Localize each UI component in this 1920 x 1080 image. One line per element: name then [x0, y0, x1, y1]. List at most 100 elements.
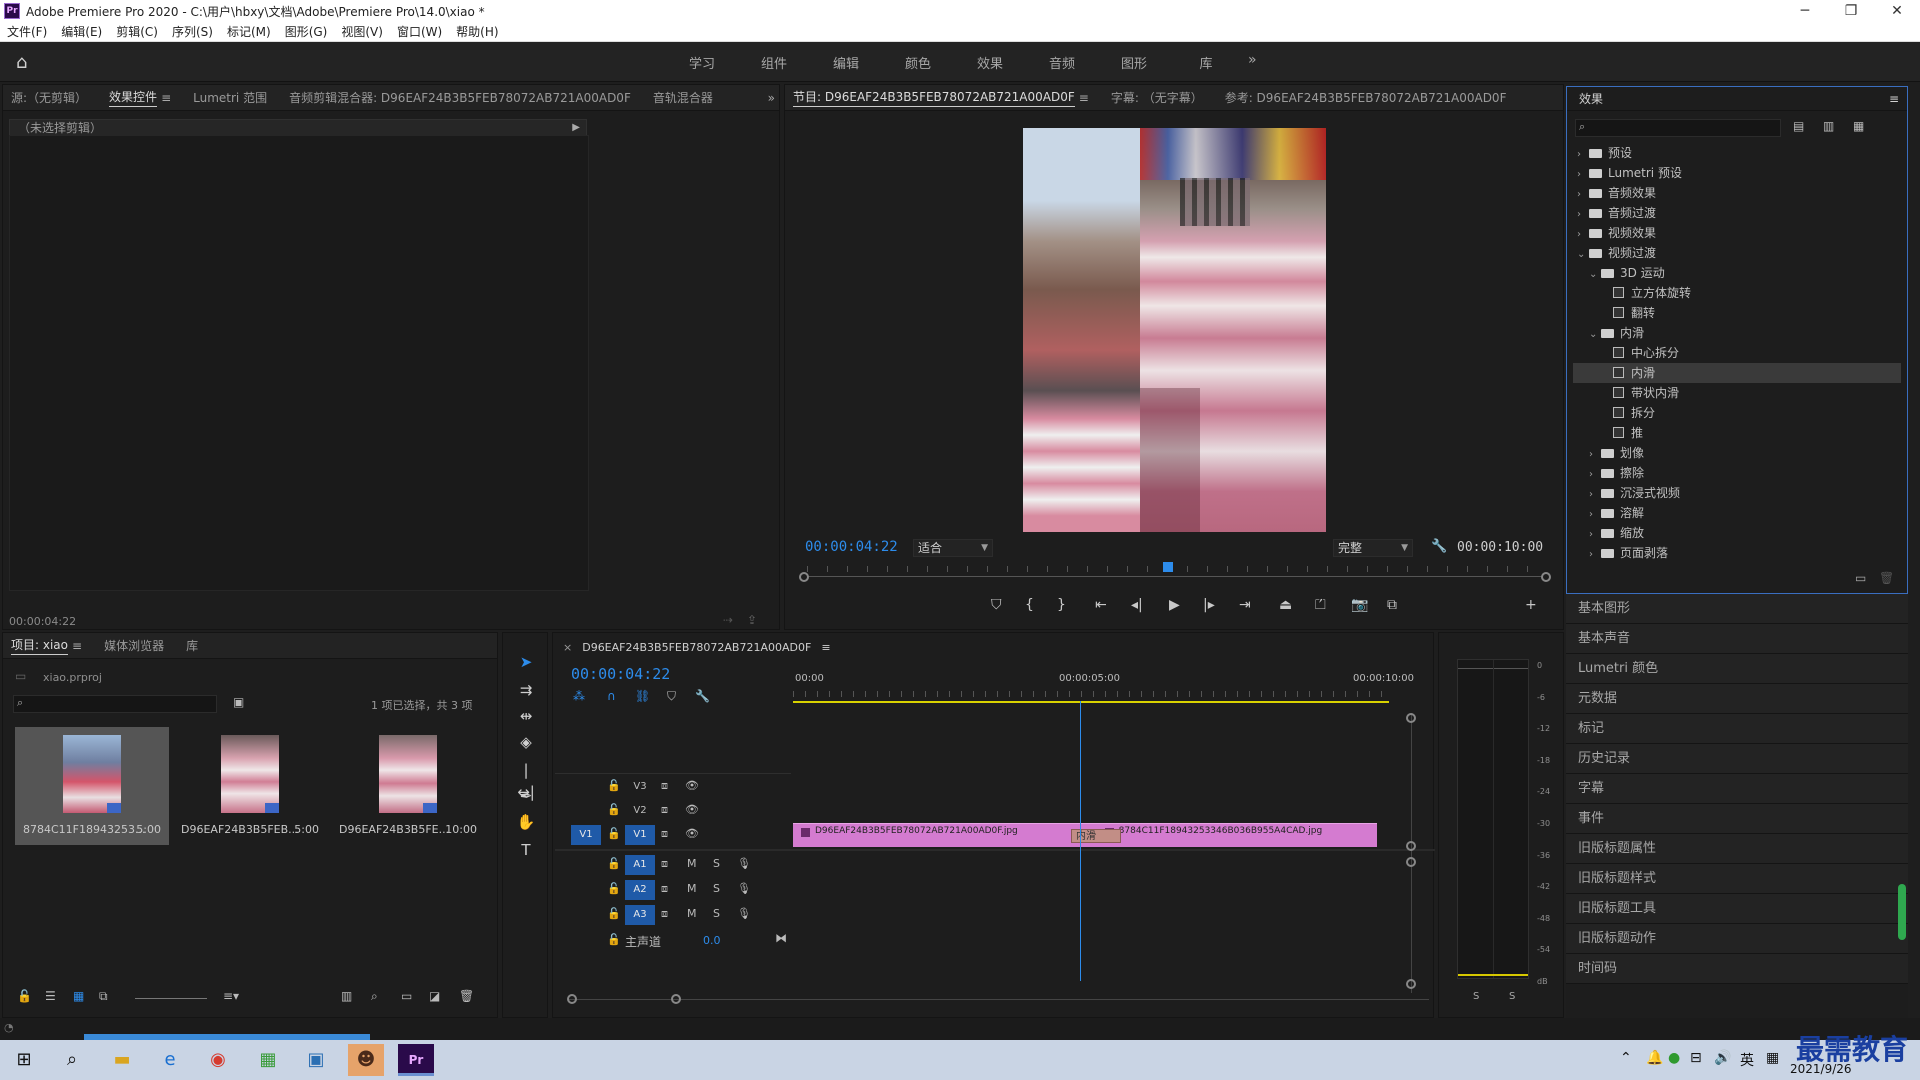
effects-menu-icon[interactable]: ≡	[1889, 87, 1899, 111]
chevron-right-icon[interactable]: ›	[1589, 545, 1601, 565]
slip-tool-icon[interactable]: |↔|	[515, 759, 537, 801]
timeline-menu-icon[interactable]: ≡	[821, 641, 830, 654]
chevron-right-icon[interactable]: ›	[1589, 445, 1601, 465]
export-icon[interactable]: ⇪	[747, 613, 757, 627]
snap-icon[interactable]: ∩	[607, 689, 616, 703]
track-label-v2[interactable]: V2	[625, 801, 655, 821]
scrub-end-handle[interactable]	[1541, 572, 1551, 582]
chevron-right-icon[interactable]: ›	[1589, 485, 1601, 505]
workspace-more-icon[interactable]: »	[1248, 52, 1257, 68]
effects-tree-item[interactable]: 推	[1573, 423, 1901, 443]
effects-tree-item[interactable]: › 缩放	[1573, 523, 1901, 543]
effects-tree-item[interactable]: › 音频过渡	[1573, 203, 1901, 223]
panel-essential-sound[interactable]: 基本声音	[1566, 624, 1908, 654]
timeline-ruler[interactable]: 00:00 00:00:05:00 00:00:10:00	[793, 673, 1414, 703]
razor-tool-icon[interactable]: ◈	[515, 731, 537, 753]
mark-out-icon[interactable]: }	[1057, 597, 1066, 613]
panel-essential-graphics[interactable]: 基本图形	[1566, 594, 1908, 624]
tray-grid-icon[interactable]: ▦	[1766, 1050, 1779, 1066]
workspace-learn[interactable]: 学习	[666, 53, 738, 72]
tray-volume-icon[interactable]: 🔊	[1714, 1050, 1731, 1066]
chevron-down-icon[interactable]: ⌄	[1589, 325, 1601, 345]
chevron-right-icon[interactable]: ›	[1577, 225, 1589, 245]
chevron-right-icon[interactable]: ›	[1577, 205, 1589, 225]
compare-view-icon[interactable]: ⧉	[1387, 597, 1397, 613]
wrench-icon[interactable]: 🔧	[1431, 539, 1447, 554]
tab-project[interactable]: 项目: xiao	[11, 636, 68, 655]
find-icon[interactable]: ⌕	[371, 989, 378, 1004]
effects-tree-item[interactable]: › Lumetri 预设	[1573, 163, 1901, 183]
hand-tool-icon[interactable]: ✋	[515, 811, 537, 833]
tab-audio-track-mixer[interactable]: 音轨混合器	[653, 89, 713, 106]
zoom-handle-left[interactable]	[567, 994, 577, 1004]
master-volume-value[interactable]: 0.0	[703, 934, 721, 947]
pen-tool-icon[interactable]: ✒	[515, 785, 537, 807]
tab-media-browser[interactable]: 媒体浏览器	[104, 637, 164, 654]
menu-file[interactable]: 文件(F)	[0, 23, 54, 40]
extract-icon[interactable]: ⏍	[1315, 597, 1326, 613]
scroll-handle-mid[interactable]	[1406, 841, 1416, 851]
program-menu-icon[interactable]: ≡	[1079, 91, 1089, 105]
fit-dropdown[interactable]: 适合 ▼	[913, 539, 993, 557]
timeline-sequence-tab[interactable]: D96EAF24B3B5FEB78072AB721A00AD0F	[582, 641, 811, 654]
menu-edit[interactable]: 编辑(E)	[54, 23, 109, 40]
project-menu-icon[interactable]: ≡	[72, 639, 82, 653]
app-icon-avatar[interactable]: ☻	[348, 1044, 384, 1076]
timeline-clip[interactable]: 8784C11F18943253346B036B955A4CAD.jpg	[1096, 823, 1377, 847]
go-to-out-icon[interactable]: ⇥	[1239, 597, 1251, 613]
lock-icon[interactable]: 🔓	[607, 803, 621, 816]
tray-network-icon[interactable]: ⊟	[1690, 1050, 1702, 1066]
selection-tool-icon[interactable]: ➤	[515, 651, 537, 673]
tab-reference[interactable]: 参考: D96EAF24B3B5FEB78072AB721A00AD0F	[1225, 89, 1507, 106]
tab-program[interactable]: 节目: D96EAF24B3B5FEB78072AB721A00AD0F	[793, 88, 1075, 107]
linked-selection-icon[interactable]: ⛓	[635, 689, 650, 703]
lock-icon[interactable]: 🔓	[17, 989, 32, 1003]
effects-tree-item[interactable]: ⌄ 内滑	[1573, 323, 1901, 343]
type-tool-icon[interactable]: T	[515, 839, 537, 861]
quality-dropdown[interactable]: 完整 ▼	[1333, 539, 1413, 557]
effects-tree-item[interactable]: › 沉浸式视频	[1573, 483, 1901, 503]
program-playhead[interactable]	[1162, 562, 1173, 572]
effects-tree-item[interactable]: ⌄ 视频过渡	[1573, 243, 1901, 263]
panel-legacy-title-tools[interactable]: 旧版标题工具	[1566, 894, 1908, 924]
effects-tree-item[interactable]: › 溶解	[1573, 503, 1901, 523]
program-scrubber[interactable]	[799, 562, 1551, 584]
step-forward-icon[interactable]: |▸	[1203, 597, 1215, 613]
tray-security-icon[interactable]: ●	[1668, 1050, 1680, 1066]
tray-up-icon[interactable]: ⌃	[1620, 1050, 1632, 1066]
panel-overflow-icon[interactable]: »	[768, 91, 775, 105]
tray-bell-icon[interactable]: 🔔	[1646, 1050, 1663, 1066]
tab-effect-controls[interactable]: 效果控件	[109, 88, 158, 107]
effects-tree-item[interactable]: › 页面剥落	[1573, 543, 1901, 563]
mute-icon[interactable]: M	[687, 882, 697, 895]
transition-inner-slide[interactable]: 内滑	[1070, 829, 1122, 843]
project-search-input[interactable]: ⌕	[13, 695, 217, 713]
chevron-down-icon[interactable]: ⌄	[1589, 265, 1601, 285]
panel-captions[interactable]: 字幕	[1566, 774, 1908, 804]
new-item-icon[interactable]: ◪	[429, 989, 440, 1003]
go-to-in-icon[interactable]: ⇤	[1095, 597, 1107, 613]
add-marker-icon[interactable]: ⛉	[667, 689, 676, 704]
premiere-taskbar-icon[interactable]: Pr	[398, 1044, 434, 1076]
project-item-thumbnail[interactable]: D96EAF24B3B5FEB... 5:00	[173, 727, 327, 845]
effects-tree-item[interactable]: 中心拆分	[1573, 343, 1901, 363]
new-bin-icon[interactable]: ▭	[1855, 571, 1866, 585]
sync-lock-icon[interactable]: ⧈	[661, 907, 668, 921]
sort-icon[interactable]: ≡▾	[223, 989, 239, 1003]
panel-lumetri-color[interactable]: Lumetri 颜色	[1566, 654, 1908, 684]
menu-view[interactable]: 视图(V)	[334, 23, 390, 40]
eye-icon[interactable]: 👁	[685, 827, 699, 840]
effects-tree-item[interactable]: 拆分	[1573, 403, 1901, 423]
solo-left-button[interactable]: S	[1473, 991, 1479, 1002]
ime-indicator[interactable]: 英	[1740, 1050, 1754, 1070]
close-button[interactable]: ✕	[1874, 0, 1920, 22]
chevron-right-icon[interactable]: ›	[1589, 505, 1601, 525]
eye-icon[interactable]: 👁	[685, 803, 699, 816]
panel-legacy-title-styles[interactable]: 旧版标题样式	[1566, 864, 1908, 894]
accelerated-effects-icon[interactable]: ▤	[1793, 119, 1804, 133]
timeline-vertical-scrollbar[interactable]	[1411, 713, 1412, 993]
solo-right-button[interactable]: S	[1509, 991, 1515, 1002]
scroll-handle-top[interactable]	[1406, 713, 1416, 723]
track-label-v1[interactable]: V1	[625, 825, 655, 845]
lock-icon[interactable]: 🔓	[607, 857, 621, 870]
